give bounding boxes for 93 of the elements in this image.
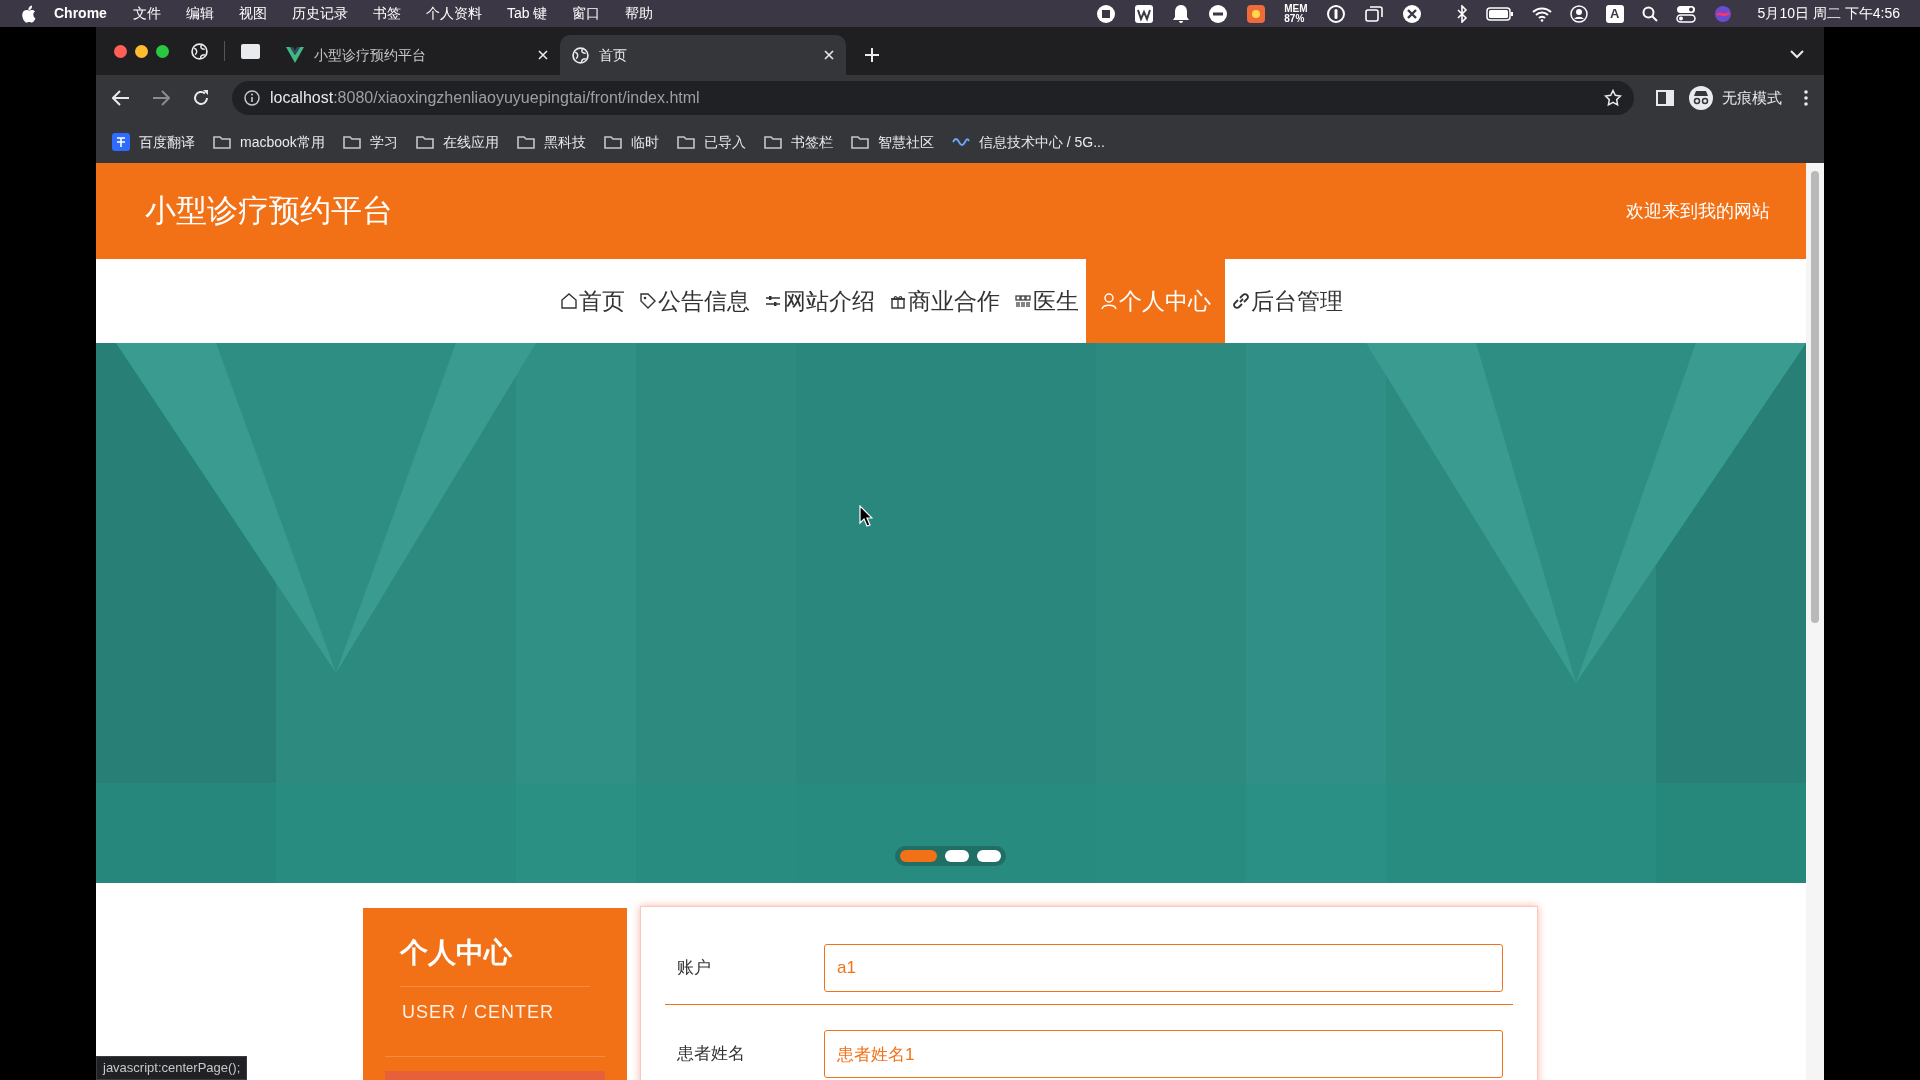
nav-link[interactable]: 后台管理	[1224, 259, 1350, 343]
sun-icon[interactable]	[1246, 3, 1267, 24]
bookmark[interactable]: 临时	[603, 131, 659, 153]
field-label: 账户	[676, 957, 712, 980]
menu-item[interactable]: Tab 键	[506, 3, 548, 24]
globe-icon[interactable]	[191, 42, 208, 60]
square-tab-icon[interactable]	[241, 43, 260, 59]
bookmark[interactable]: 学习	[342, 131, 398, 153]
profile-label[interactable]: 无痕模式	[1722, 86, 1782, 110]
side-panel-icon[interactable]	[1656, 90, 1674, 106]
bluetooth-icon[interactable]	[1455, 4, 1468, 23]
toggle-icon[interactable]	[1675, 4, 1696, 23]
windows-icon[interactable]	[1363, 3, 1384, 24]
chevron-down-icon[interactable]	[1790, 49, 1804, 59]
globe-icon	[572, 46, 589, 64]
bell-icon[interactable]	[1172, 3, 1191, 24]
bookmark[interactable]: 书签栏	[763, 131, 833, 153]
browser-tab[interactable]: 首页	[560, 35, 846, 75]
more-icon[interactable]	[1804, 90, 1808, 106]
folder-icon	[342, 135, 361, 149]
input-source-indicator[interactable]: A	[1605, 4, 1624, 23]
record-icon[interactable]	[1096, 3, 1117, 24]
folder-icon	[763, 135, 782, 149]
browser-tab[interactable]: 小型诊疗预约平台	[274, 35, 560, 75]
menu-item[interactable]: 视图	[238, 3, 267, 24]
link-icon	[1231, 292, 1250, 310]
minimize-window-button[interactable]	[135, 44, 148, 58]
field-label: 患者姓名	[676, 1043, 746, 1066]
translate-icon	[112, 133, 130, 151]
sidebar-subtitle: USER / CENTER	[402, 1000, 556, 1024]
clock[interactable]: 5月10日 周二 下午4:56	[1757, 3, 1900, 24]
info-icon[interactable]	[244, 90, 260, 106]
url-text: localhost:8080/xiaoxingzhenliaoyuyuepingtai/front/index.html	[270, 88, 700, 108]
menu-item[interactable]: 文件	[132, 3, 161, 24]
cursor-icon	[859, 505, 873, 527]
welcome-text: 欢迎来到我的网站	[1626, 199, 1770, 223]
close-window-button[interactable]	[114, 44, 127, 58]
apple-icon[interactable]	[20, 4, 36, 23]
bookmark[interactable]: macbook常用	[213, 131, 325, 153]
menu-item[interactable]: 历史记录	[291, 3, 348, 24]
new-tab-icon[interactable]	[864, 47, 880, 63]
menu-item[interactable]: 个人资料	[425, 3, 482, 24]
nav-link[interactable]: 商业合作	[881, 259, 1007, 343]
close-icon[interactable]	[538, 50, 548, 60]
site-title: 小型诊疗预约平台	[145, 191, 393, 230]
bookmark[interactable]: 智慧社区	[850, 131, 934, 153]
back-icon[interactable]	[112, 90, 130, 106]
menu-item[interactable]: 窗口	[572, 3, 601, 24]
grid-icon	[1013, 292, 1032, 310]
person-icon	[1099, 292, 1118, 310]
search-icon[interactable]	[1641, 5, 1658, 22]
bookmark[interactable]: 百度翻译	[112, 131, 195, 153]
siri-icon[interactable]	[1713, 4, 1732, 23]
user-circle-icon[interactable]	[1569, 4, 1588, 23]
forward-icon[interactable]	[152, 90, 170, 106]
zigzag-square-icon[interactable]	[1134, 3, 1155, 24]
scrollbar-thumb[interactable]	[1811, 171, 1819, 623]
bookmark[interactable]: 已导入	[676, 131, 746, 153]
sidebar-title: 个人中心	[400, 936, 513, 970]
menu-item[interactable]: 帮助	[625, 3, 654, 24]
app-menu[interactable]: Chrome	[54, 3, 107, 24]
minus-circle-icon[interactable]	[1208, 3, 1229, 24]
reload-icon[interactable]	[192, 89, 210, 107]
nav-link[interactable]: 医生	[1006, 259, 1086, 343]
folder-icon	[676, 135, 695, 149]
house-icon	[559, 292, 578, 310]
zoom-window-button[interactable]	[156, 44, 169, 58]
nav-link[interactable]: 首页	[552, 259, 632, 343]
folder-icon	[603, 135, 622, 149]
folder-icon	[415, 135, 434, 149]
status-link-text: javascript:centerPage();	[96, 1056, 248, 1080]
cross-circle-icon[interactable]	[1401, 3, 1422, 24]
v-shape-icon	[286, 47, 304, 63]
close-icon[interactable]	[824, 50, 834, 60]
memory-value: 87%	[1284, 13, 1306, 24]
incognito-icon[interactable]	[1688, 85, 1714, 111]
nav-link[interactable]: 网站介绍	[756, 259, 882, 343]
menu-item[interactable]: 编辑	[185, 3, 214, 24]
nav-link[interactable]: 公告信息	[631, 259, 757, 343]
bookmark[interactable]: 信息技术中心 / 5G...	[951, 131, 1105, 153]
menu-item[interactable]: 书签	[372, 3, 401, 24]
tag-icon	[638, 292, 657, 310]
wave-icon	[951, 137, 970, 147]
star-icon[interactable]	[1604, 89, 1622, 107]
folder-icon	[516, 135, 535, 149]
folder-icon	[850, 135, 869, 149]
bookmark[interactable]: 在线应用	[415, 131, 499, 153]
memory-label: MEM	[1284, 3, 1308, 14]
wifi-icon[interactable]	[1531, 5, 1552, 22]
bookmark[interactable]: 黑科技	[516, 131, 586, 153]
address-bar[interactable]: localhost:8080/xiaoxingzhenliaoyuyuepingtai/front/index.html	[232, 81, 1634, 115]
folder-icon	[213, 135, 231, 149]
battery-icon[interactable]	[1485, 6, 1514, 21]
